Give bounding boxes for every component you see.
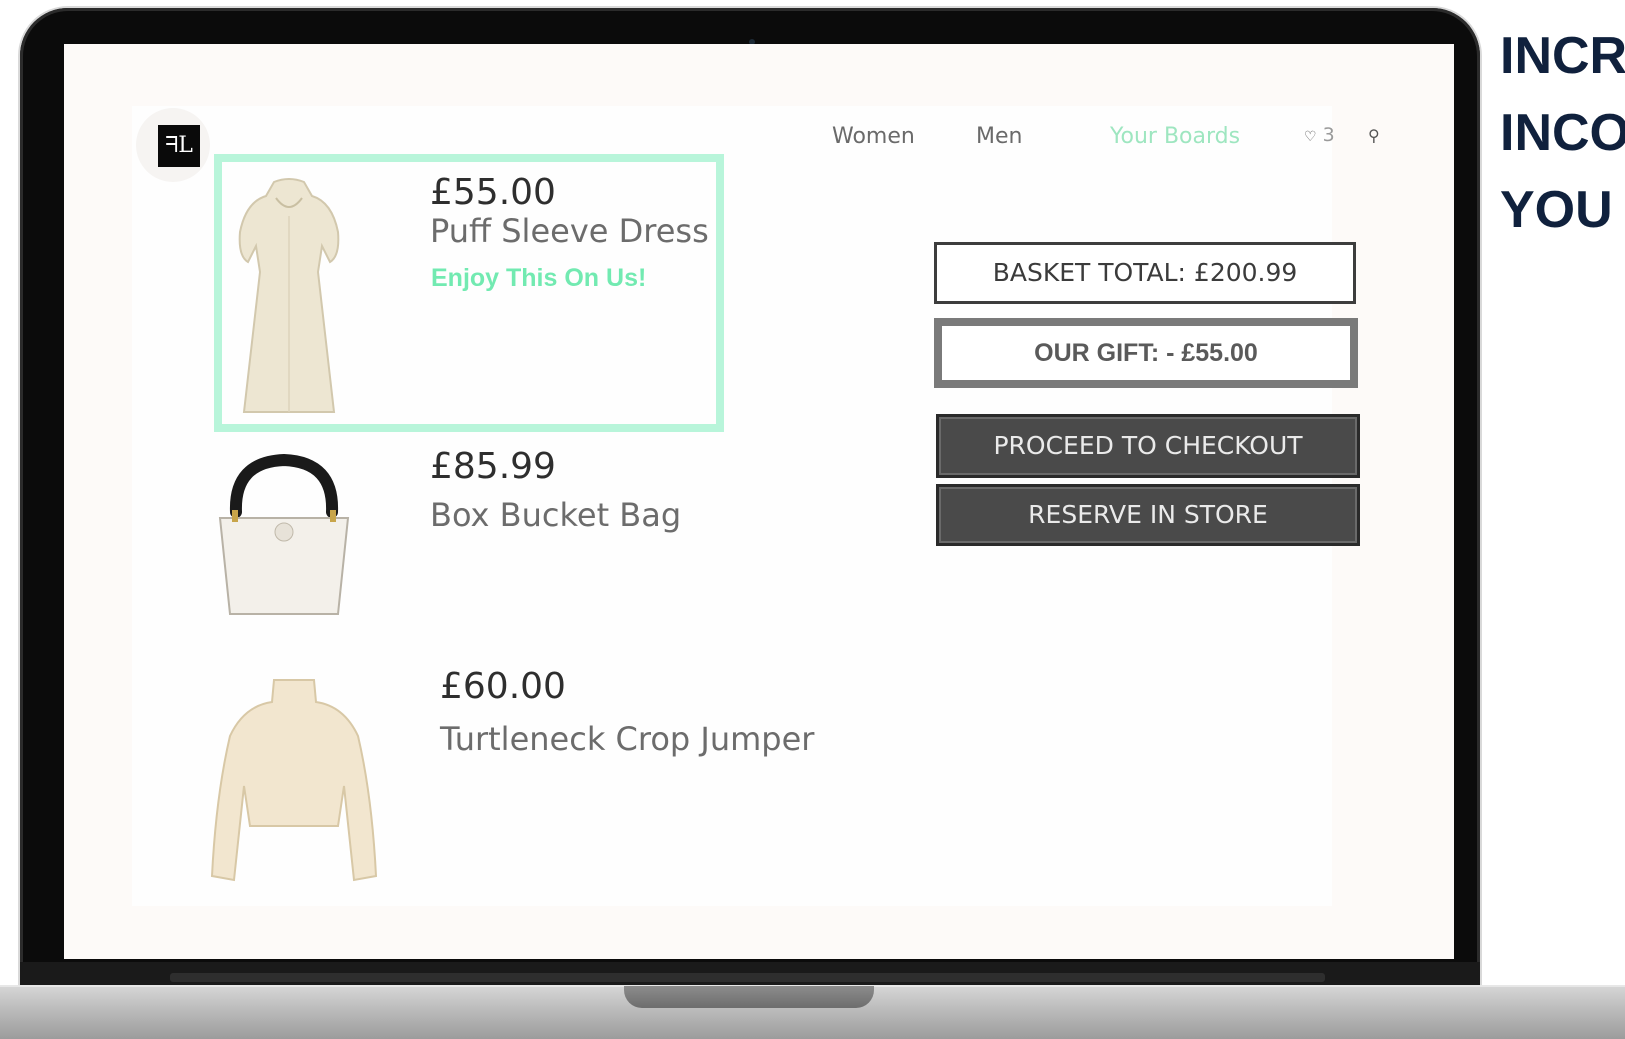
web-page: ᖷL Women Men Your Boards ♡ 3 ⚲ £55.00 Puf… (132, 106, 1380, 906)
product-name[interactable]: Puff Sleeve Dress (430, 212, 709, 250)
dress-image (238, 178, 340, 413)
nav-your-boards[interactable]: Your Boards (1110, 124, 1240, 149)
gift-discount: OUR GIFT: - £55.00 (934, 318, 1358, 388)
proceed-to-checkout-button[interactable]: PROCEED TO CHECKOUT (936, 414, 1360, 478)
nav-women[interactable]: Women (832, 124, 915, 149)
laptop-screen: ᖷL Women Men Your Boards ♡ 3 ⚲ £55.00 Puf… (64, 44, 1454, 959)
bag-image (218, 453, 350, 615)
nav-men[interactable]: Men (976, 124, 1022, 149)
logo-badge[interactable]: ᖷL (136, 108, 210, 182)
search-icon[interactable]: ⚲ (1368, 126, 1380, 145)
basket-total: BASKET TOTAL: £200.99 (934, 242, 1356, 304)
laptop-notch (624, 986, 874, 1008)
product-card[interactable]: £60.00 Turtleneck Crop Jumper (204, 666, 924, 906)
basket-link[interactable]: ♡ 3 (1304, 124, 1335, 146)
product-card[interactable]: £85.99 Box Bucket Bag (214, 446, 774, 636)
laptop-hinge-strip (170, 973, 1325, 982)
jumper-image (210, 679, 378, 882)
headline-line-2: INCO (1500, 104, 1625, 162)
gift-note: Enjoy This On Us! (431, 264, 647, 292)
product-card-highlighted[interactable]: £55.00 Puff Sleeve Dress Enjoy This On U… (214, 154, 724, 432)
product-price: £60.00 (440, 666, 566, 707)
product-name[interactable]: Turtleneck Crop Jumper (440, 720, 814, 758)
reserve-in-store-button[interactable]: RESERVE IN STORE (936, 484, 1360, 546)
headline: INCR INCO YOU (1500, 18, 1625, 249)
product-price: £55.00 (430, 172, 556, 213)
basket-count: 3 (1322, 124, 1335, 146)
product-name[interactable]: Box Bucket Bag (430, 496, 681, 534)
headline-line-3: YOU (1500, 181, 1613, 239)
site-logo: ᖷL (158, 125, 200, 167)
product-price: £85.99 (430, 446, 556, 487)
headline-line-1: INCR (1500, 27, 1625, 85)
basket-icon: ♡ (1304, 129, 1317, 145)
